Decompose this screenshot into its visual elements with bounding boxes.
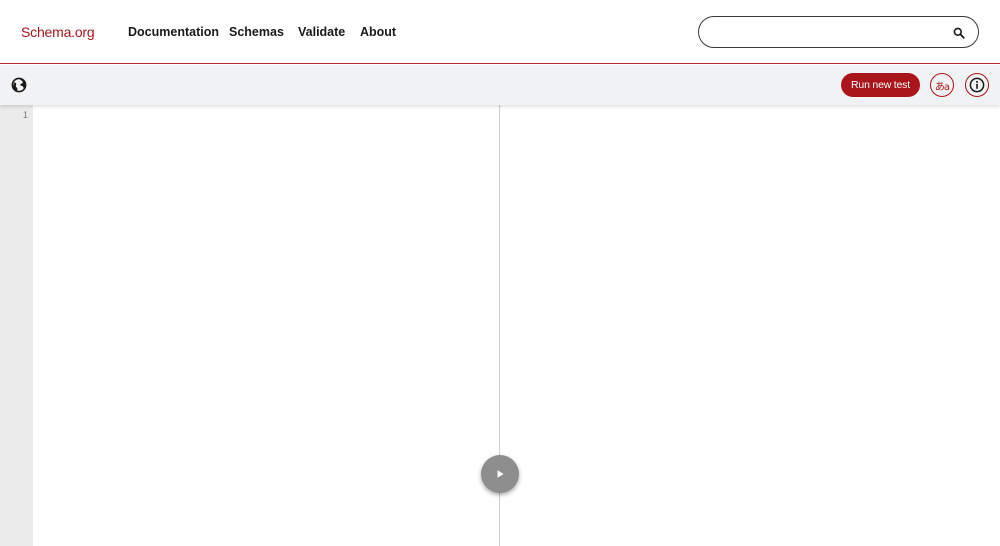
- nav-link-validate[interactable]: Validate: [298, 25, 345, 39]
- top-navigation: Schema.org Documentation Schemas Validat…: [0, 0, 1000, 64]
- site-logo[interactable]: Schema.org: [21, 24, 95, 40]
- run-validation-button[interactable]: [481, 455, 519, 493]
- code-input-area[interactable]: [33, 105, 499, 546]
- play-icon: [497, 470, 504, 478]
- search-input[interactable]: [713, 23, 943, 43]
- language-icon: あa: [934, 81, 950, 93]
- globe-icon[interactable]: [11, 77, 27, 93]
- line-number: 1: [22, 111, 28, 121]
- nav-link-schemas[interactable]: Schemas: [229, 25, 284, 39]
- code-editor: 1: [0, 105, 500, 546]
- search-box: [698, 16, 979, 48]
- nav-link-about[interactable]: About: [360, 25, 396, 39]
- run-new-test-button[interactable]: Run new test: [841, 73, 920, 97]
- search-icon[interactable]: [952, 26, 966, 40]
- info-icon: [969, 77, 985, 93]
- info-button[interactable]: [965, 73, 989, 97]
- line-gutter: 1: [0, 105, 33, 546]
- nav-link-documentation[interactable]: Documentation: [128, 25, 219, 39]
- validator-toolbar: Run new test あa: [0, 65, 1000, 105]
- results-pane: [500, 105, 1000, 546]
- language-button[interactable]: あa: [930, 73, 954, 97]
